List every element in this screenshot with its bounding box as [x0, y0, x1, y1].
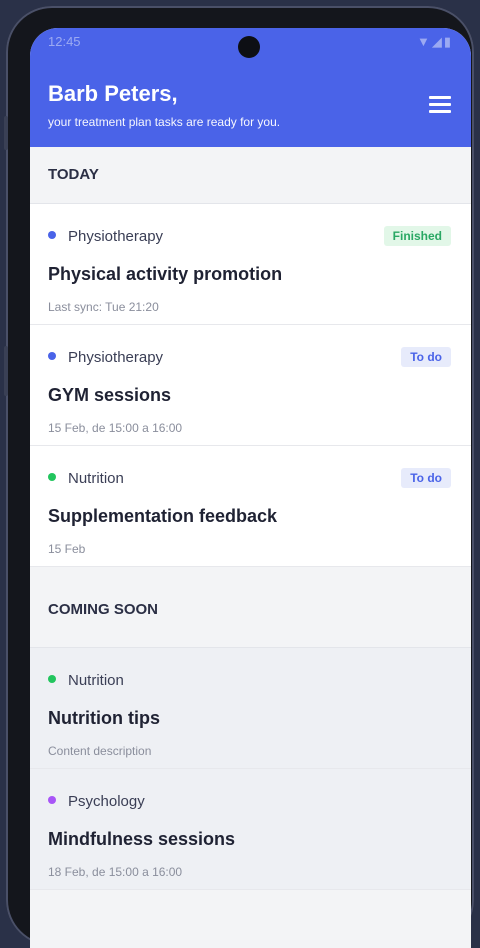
- status-badge-todo: To do: [401, 468, 451, 488]
- task-meta: 15 Feb, de 15:00 a 16:00: [48, 421, 183, 435]
- task-card-physical-activity[interactable]: Physiotherapy Finished Physical activity…: [30, 204, 471, 325]
- task-category: Nutrition: [48, 672, 124, 689]
- phone-frame: 12:45 ▼◢▮ Barb Peters, your treatment pl…: [4, 6, 474, 948]
- app-screen: 12:45 ▼◢▮ Barb Peters, your treatment pl…: [30, 28, 471, 948]
- task-title: Physical activity promotion: [48, 264, 283, 284]
- task-card-supplementation-feedback[interactable]: Nutrition To do Supplementation feedback…: [30, 446, 471, 567]
- category-dot-icon: [48, 352, 56, 360]
- app-header: 12:45 ▼◢▮ Barb Peters, your treatment pl…: [30, 28, 471, 147]
- status-badge-finished: Finished: [383, 226, 451, 246]
- greeting-title: Barb Peters,: [48, 81, 178, 106]
- task-meta: Content description: [48, 744, 152, 758]
- hamburger-menu-icon[interactable]: [429, 96, 451, 113]
- task-meta: 15 Feb: [48, 542, 86, 556]
- task-meta: Last sync: Tue 21:20: [48, 300, 159, 314]
- task-category-label: Physiotherapy: [68, 349, 164, 366]
- task-card-nutrition-tips[interactable]: Nutrition Nutrition tips Content descrip…: [30, 648, 471, 769]
- greeting-subtitle: your treatment plan tasks are ready for …: [48, 115, 281, 129]
- task-category-label: Physiotherapy: [68, 228, 164, 245]
- task-category-label: Psychology: [68, 793, 145, 810]
- task-category-label: Nutrition: [68, 470, 124, 487]
- task-title: Nutrition tips: [48, 708, 160, 728]
- section-coming-soon-title: COMING SOON: [30, 567, 471, 648]
- phone-side-button: [4, 346, 8, 396]
- task-title: Mindfulness sessions: [48, 829, 236, 849]
- task-card-gym-sessions[interactable]: Physiotherapy To do GYM sessions 15 Feb,…: [30, 325, 471, 446]
- task-meta: 18 Feb, de 15:00 a 16:00: [48, 865, 183, 879]
- category-dot-icon: [48, 796, 56, 804]
- camera-cutout: [238, 36, 260, 58]
- category-dot-icon: [48, 473, 56, 481]
- category-dot-icon: [48, 231, 56, 239]
- task-category: Physiotherapy: [48, 349, 163, 366]
- status-icons: ▼◢▮: [416, 34, 453, 49]
- status-time: 12:45: [48, 34, 81, 49]
- task-category: Nutrition: [48, 470, 124, 487]
- task-title: GYM sessions: [48, 385, 172, 405]
- task-card-mindfulness-sessions[interactable]: Psychology Mindfulness sessions 18 Feb, …: [30, 769, 471, 890]
- task-category: Physiotherapy: [48, 228, 163, 245]
- status-badge-todo: To do: [401, 347, 451, 367]
- task-category-label: Nutrition: [68, 672, 124, 689]
- section-today-title: TODAY: [30, 147, 471, 204]
- task-category: Psychology: [48, 793, 145, 810]
- category-dot-icon: [48, 675, 56, 683]
- phone-side-button: [4, 116, 8, 150]
- task-title: Supplementation feedback: [48, 506, 278, 526]
